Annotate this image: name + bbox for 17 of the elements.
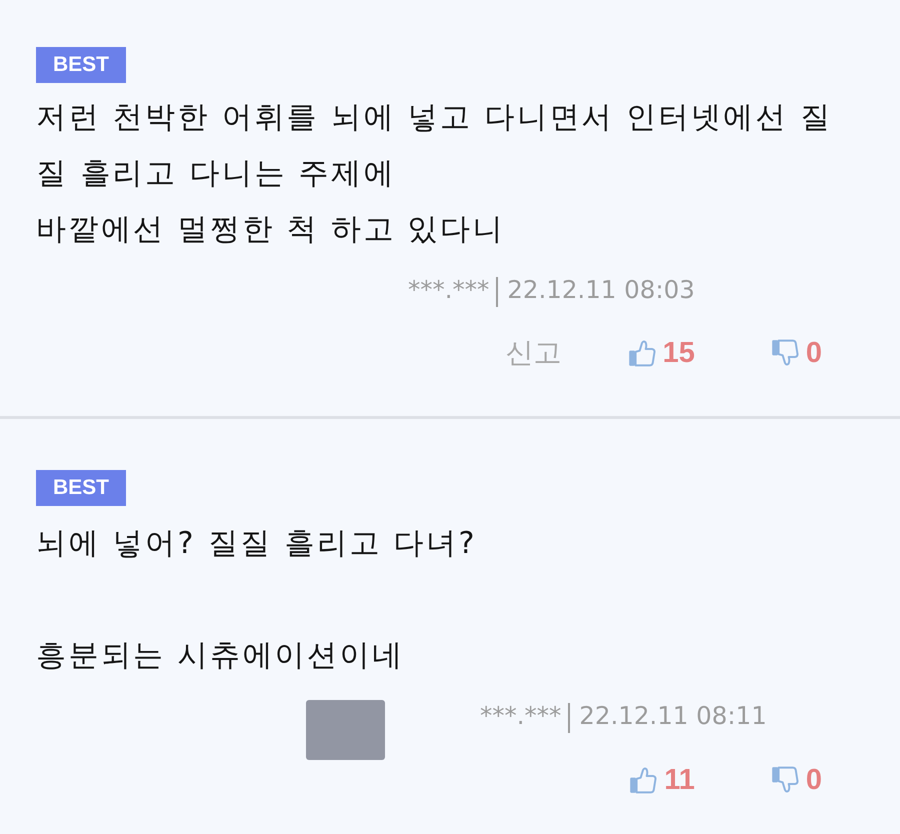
comment-text: 뇌에 넣어? 질질 흘리고 다녀? 흥분되는 시츄에이션이네 bbox=[36, 525, 478, 675]
author-ip: ***.*** bbox=[480, 700, 562, 732]
comment-date: 22.12.11 08:03 bbox=[507, 274, 695, 306]
comment-date: 22.12.11 08:11 bbox=[579, 700, 767, 732]
report-button[interactable]: 신고 bbox=[506, 333, 562, 373]
best-badge: BEST bbox=[36, 470, 126, 506]
thumbs-down-icon[interactable] bbox=[770, 766, 799, 794]
like-count: 11 bbox=[664, 764, 695, 796]
thumbs-down-icon[interactable] bbox=[770, 339, 799, 367]
dislike-count: 0 bbox=[806, 336, 822, 370]
like-count: 15 bbox=[662, 336, 695, 370]
thumbs-up-icon[interactable] bbox=[629, 766, 658, 794]
thumbs-up-icon[interactable] bbox=[628, 339, 656, 367]
dislike-count: 0 bbox=[806, 764, 822, 796]
best-badge: BEST bbox=[36, 47, 126, 83]
comment-text: 저런 천박한 어휘를 뇌에 넣고 다니면서 인터넷에선 질 질 흘리고 다니는 주제에 바깥에선 멀쩡한 척 하고 있다니 bbox=[36, 99, 834, 249]
author-ip: ***.*** bbox=[408, 274, 490, 306]
